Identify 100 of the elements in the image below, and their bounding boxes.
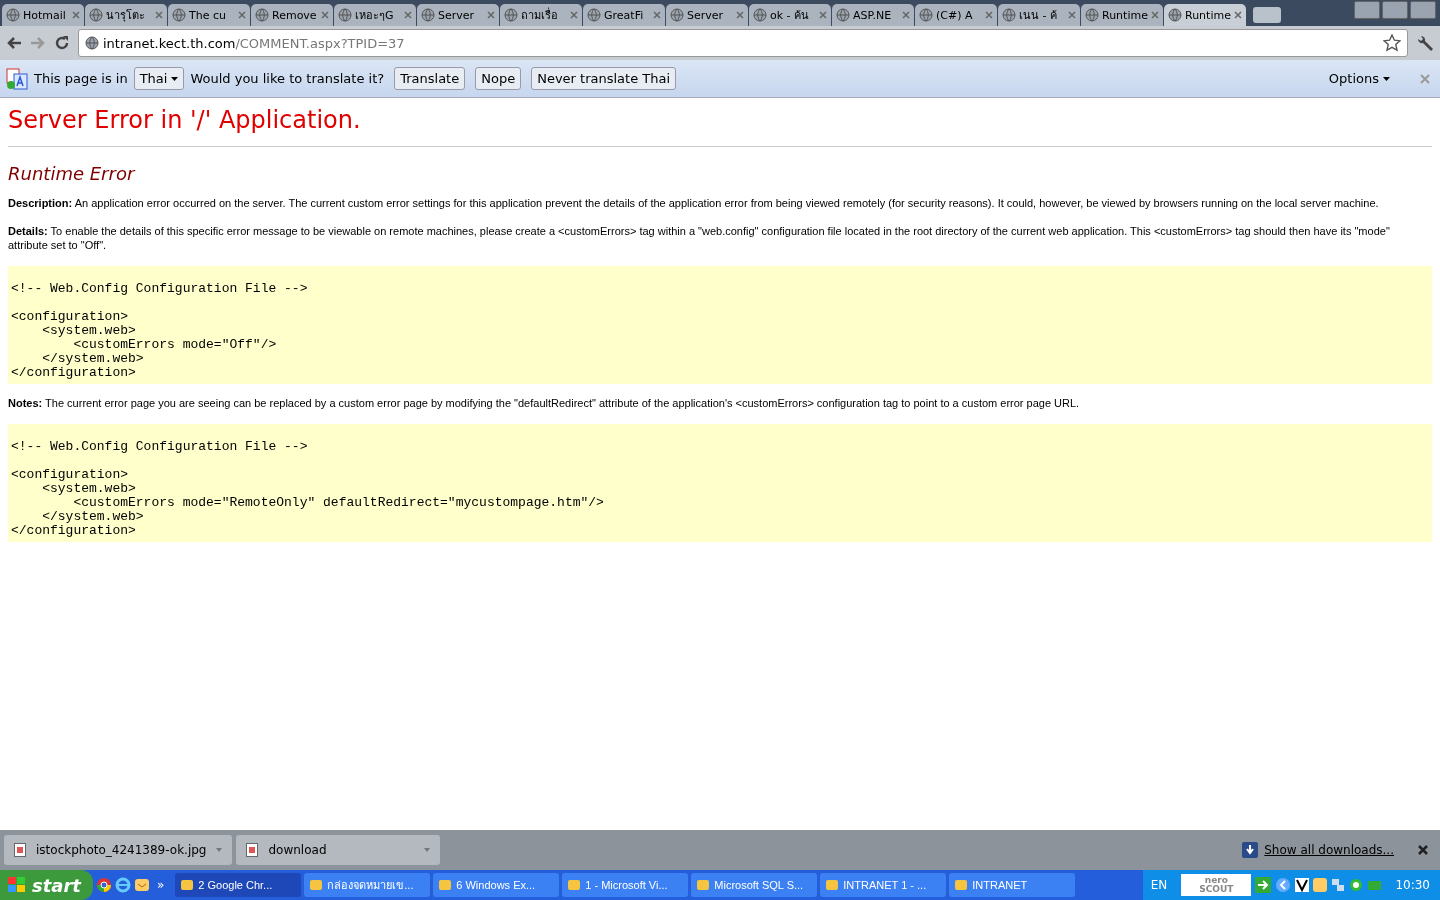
error-paragraph: Description: An application error occurred on the server. The current custom error settings for this application prevent the details of the application error from being viewed remotely (for security reasons). It could, however, be viewed by browsers running on the local server machine.: [8, 196, 1380, 210]
arrow-icon[interactable]: [1255, 877, 1272, 893]
error-title: Server Error in '/' Application.: [8, 106, 1432, 147]
error-subtitle: Runtime Error: [8, 163, 137, 184]
browser-tab[interactable]: Hotmail: [2, 4, 84, 26]
browser-tab[interactable]: เหอะๆG: [334, 4, 416, 26]
globe-icon: [255, 8, 269, 22]
taskbar-button[interactable]: INTRANET 1 - ...: [820, 873, 947, 897]
nero-scout-logo: nero SCOUT: [1181, 874, 1252, 896]
app-icon: [309, 878, 324, 892]
globe-icon: [89, 8, 103, 22]
browser-tab[interactable]: Remove: [251, 4, 333, 26]
globe-icon: [85, 36, 99, 50]
close-button[interactable]: [1410, 1, 1436, 19]
browser-tab[interactable]: ok - ค้น: [749, 4, 831, 26]
app-icon: [825, 878, 840, 892]
globe-icon: [1002, 8, 1016, 22]
close-icon[interactable]: [570, 11, 578, 19]
browser-tab[interactable]: The cu: [168, 4, 250, 26]
close-icon[interactable]: [1234, 11, 1242, 19]
translate-bar-button[interactable]: Translate: [394, 67, 466, 90]
translate-prompt: This page is in: [34, 71, 128, 86]
code-block: <!-- Web.Config Configuration File --> <configuration> <system.web> <customErrors mode="Off"/> </system.web> </configuration>: [8, 266, 1432, 384]
taskbar-button[interactable]: 2 Google Chr...: [175, 873, 302, 897]
network-icon[interactable]: [1331, 878, 1346, 892]
translate-question: Would you like to translate it?: [190, 71, 385, 86]
url-text: intranet.kect.th.com/COMMENT.aspx?TPID=37: [103, 35, 405, 51]
minimize-button[interactable]: [1354, 1, 1380, 19]
globe-icon: [1085, 8, 1099, 22]
address-bar[interactable]: intranet.kect.th.com/COMMENT.aspx?TPID=37: [78, 29, 1408, 57]
mail-icon[interactable]: [133, 877, 150, 893]
close-icon[interactable]: [736, 11, 744, 19]
close-icon[interactable]: [72, 11, 80, 19]
app-icon: [180, 878, 195, 892]
taskbar-button[interactable]: INTRANET: [949, 873, 1076, 897]
close-icon[interactable]: [902, 11, 910, 19]
browser-tab[interactable]: ถามเรื่อ: [500, 4, 582, 26]
caret-icon[interactable]: [216, 848, 223, 852]
options-menu[interactable]: Options: [1322, 70, 1396, 87]
browser-e-icon[interactable]: [114, 877, 131, 893]
globe-icon: [172, 8, 186, 22]
code-block: <!-- Web.Config Configuration File --> <configuration> <system.web> <customErrors mode="RemoteOnly" defaultRedirect="mycustompage.htm"/> </system.web> </configuration>: [8, 424, 1432, 542]
app-icon: [954, 878, 969, 892]
language-dropdown[interactable]: Thai: [133, 67, 185, 90]
overflow-chevron[interactable]: »: [156, 878, 165, 892]
browser-tab[interactable]: GreatFi: [583, 4, 665, 26]
taskbar-button[interactable]: กล่องจดหมายเข...: [304, 873, 431, 897]
taskbar-button[interactable]: 6 Windows Ex...: [433, 873, 560, 897]
download-item[interactable]: istockphoto_4241389-ok.jpg: [4, 835, 233, 865]
close-icon[interactable]: [1068, 11, 1076, 19]
maximize-button[interactable]: [1382, 1, 1408, 19]
wrench-icon[interactable]: [1416, 34, 1434, 52]
browser-tab[interactable]: (C#) A: [915, 4, 997, 26]
browser-tab[interactable]: ASP.NE: [832, 4, 914, 26]
close-icon[interactable]: [487, 11, 495, 19]
forward-icon[interactable]: [30, 36, 46, 50]
show-all-downloads-link[interactable]: Show all downloads...: [1264, 843, 1394, 857]
caret-icon: [1383, 76, 1390, 81]
close-icon[interactable]: [1418, 845, 1428, 855]
close-icon[interactable]: [404, 11, 412, 19]
caret-icon[interactable]: [424, 848, 431, 852]
globe-icon: [836, 8, 850, 22]
globe-icon: [919, 8, 933, 22]
new-tab-button[interactable]: [1253, 7, 1281, 23]
browser-tab[interactable]: นารุโตะ: [85, 4, 167, 26]
reload-icon[interactable]: [54, 35, 70, 51]
globe-icon: [6, 8, 20, 22]
taskbar-button[interactable]: Microsoft SQL S...: [691, 873, 818, 897]
globe-icon: [670, 8, 684, 22]
close-icon[interactable]: [155, 11, 163, 19]
back-icon[interactable]: [6, 36, 22, 50]
download-item[interactable]: download: [236, 835, 441, 865]
browser-tab[interactable]: Server: [666, 4, 748, 26]
error-paragraph: Details: To enable the details of this specific error message to be viewable on remote machines, please create a <customErrors> tag within a "web.config" configuration file located in the root directory of the current web application. This <customErrors> tag should then have its "mode" attribute set to "Off".: [8, 224, 1391, 252]
browser-tab[interactable]: Runtime: [1081, 4, 1163, 26]
close-icon[interactable]: [1151, 11, 1159, 19]
chrome-icon[interactable]: [95, 877, 112, 893]
browser-tab[interactable]: Runtime: [1164, 4, 1246, 26]
star-icon[interactable]: [1383, 34, 1401, 52]
close-icon[interactable]: [653, 11, 661, 19]
translate-bar-button[interactable]: Never translate Thai: [531, 67, 677, 90]
file-icon: [14, 843, 26, 857]
app-icon: [438, 878, 453, 892]
app-icon: [696, 878, 711, 892]
close-icon[interactable]: [819, 11, 827, 19]
windows-logo-icon: [8, 877, 26, 893]
browser-tab[interactable]: Server: [417, 4, 499, 26]
close-icon[interactable]: [238, 11, 246, 19]
start-button[interactable]: start: [0, 870, 93, 900]
browser-tab[interactable]: เนน - ค้: [998, 4, 1080, 26]
close-icon[interactable]: [321, 11, 329, 19]
caret-icon: [171, 76, 179, 81]
globe-icon: [338, 8, 352, 22]
file-icon: [246, 843, 259, 857]
taskbar-button[interactable]: 1 - Microsoft Vi...: [562, 873, 689, 897]
app-icon: [567, 878, 582, 892]
tray-icon[interactable]: [1295, 878, 1310, 892]
globe-icon: [753, 8, 767, 22]
translate-bar-button[interactable]: Nope: [475, 67, 522, 90]
close-icon[interactable]: [985, 11, 993, 19]
